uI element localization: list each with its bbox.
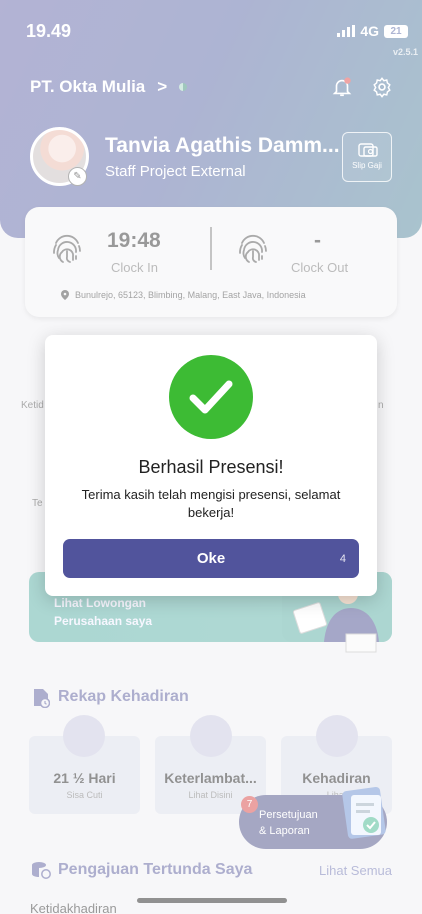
home-screen: 19.49 4G 21 v2.5.1 PT. Okta Mulia > ✎ Ta… [0, 0, 422, 914]
success-dialog: Berhasil Presensi! Terima kasih telah me… [45, 335, 377, 596]
countdown-value: 4 [339, 553, 346, 565]
success-check-icon [169, 355, 253, 439]
dialog-title: Berhasil Presensi! [138, 457, 284, 477]
dialog-message: Terima kasih telah mengisi presensi, sel… [81, 487, 341, 520]
ok-button[interactable]: Oke 4 [63, 539, 359, 578]
ok-button-label: Oke [196, 550, 226, 567]
